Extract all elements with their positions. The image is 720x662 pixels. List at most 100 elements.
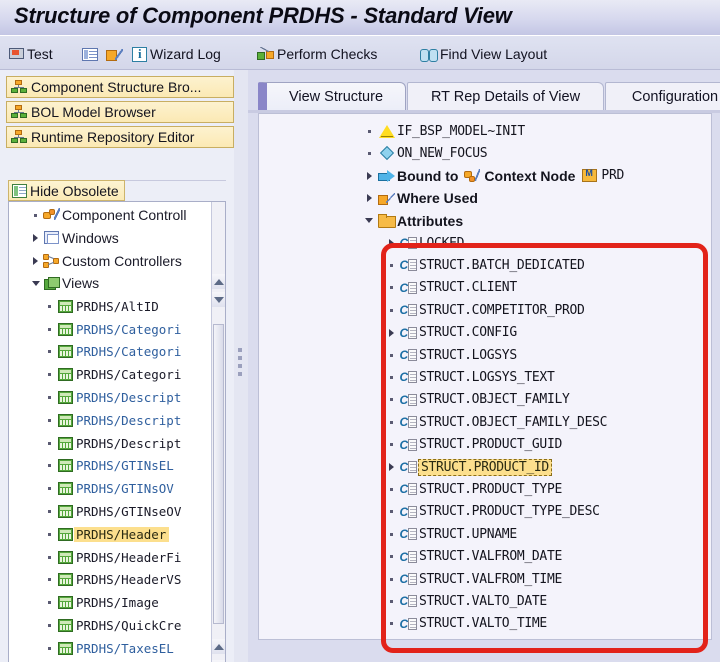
- sidebar-item-runtime-repository-editor[interactable]: Runtime Repository Editor: [6, 126, 234, 148]
- sidebar-tree-item[interactable]: PRDHS/Categori: [9, 318, 209, 340]
- view-structure-tree-item[interactable]: C STRUCT.UPNAME: [384, 523, 517, 545]
- view-structure-tree-item-label: Where Used: [397, 190, 478, 207]
- tree-twisty: [362, 151, 376, 155]
- view-structure-tree-item-extra-label: Context Node: [484, 167, 576, 184]
- sidebar-item-component-structure-browser[interactable]: Component Structure Bro...: [6, 76, 234, 98]
- tree-twisty[interactable]: [362, 218, 376, 224]
- sap-component-structure-window: Structure of Component PRDHS - Standard …: [0, 0, 720, 662]
- component-tree-panel[interactable]: Component Controll Windows Custom Controll…: [8, 201, 226, 662]
- view-icon: [57, 459, 73, 473]
- view-structure-tree-item[interactable]: C STRUCT.OBJECT_FAMILY: [384, 389, 570, 411]
- view-structure-tree-item[interactable]: Where Used: [362, 187, 478, 209]
- view-structure-tree-item[interactable]: C LOCKED: [384, 232, 464, 254]
- windows-icon: [43, 231, 59, 245]
- view-structure-tree-item[interactable]: C STRUCT.CONFIG: [384, 322, 517, 344]
- tree-twisty[interactable]: [29, 256, 42, 265]
- tree-twisty[interactable]: [362, 171, 376, 180]
- tree-item-icon-wrap: C: [398, 415, 419, 429]
- toolbar-test-button[interactable]: Test: [8, 43, 53, 65]
- sidebar-item-bol-model-browser[interactable]: BOL Model Browser: [6, 101, 234, 123]
- sidebar-tree-item[interactable]: PRDHS/AltID: [9, 295, 209, 317]
- toolbar-perform-checks-button[interactable]: Perform Checks: [257, 43, 377, 65]
- tree-twisty[interactable]: [362, 194, 376, 203]
- sidebar-tree-item[interactable]: PRDHS/HeaderVS: [9, 569, 209, 591]
- view-structure-tree-item[interactable]: C STRUCT.VALTO_TIME: [384, 613, 547, 635]
- tree-item-icon-wrap: C: [398, 303, 419, 317]
- sidebar-tree-item[interactable]: PRDHS/GTINsOV: [9, 478, 209, 500]
- tree-item-icon-wrap: [56, 596, 74, 610]
- sidebar-tree-item-label: PRDHS/Descript: [76, 389, 182, 405]
- attribute-icon: C: [400, 370, 418, 384]
- toolbar-find-view-layout-button[interactable]: Find View Layout: [420, 43, 547, 65]
- sidebar-tree-item[interactable]: PRDHS/QuickCre: [9, 614, 209, 636]
- toolbar-wizard-log-button[interactable]: Wizard Log: [132, 43, 221, 65]
- tree-twisty[interactable]: [29, 280, 42, 286]
- view-structure-tree-panel[interactable]: IF_BSP_MODEL~INIT ON_NEW_FOCUS Bound to Con…: [258, 113, 712, 640]
- view-structure-tree-item[interactable]: C STRUCT.VALFROM_TIME: [384, 568, 562, 590]
- view-structure-tree-item-label: STRUCT.BATCH_DEDICATED: [419, 257, 585, 273]
- sidebar-tree-item[interactable]: PRDHS/Descript: [9, 409, 209, 431]
- view-structure-tree-item[interactable]: C STRUCT.BATCH_DEDICATED: [384, 254, 585, 276]
- tree-item-icon-wrap: C: [398, 393, 419, 407]
- tree-item-icon-wrap: [56, 641, 74, 655]
- view-structure-tree-item[interactable]: C STRUCT.OBJECT_FAMILY_DESC: [384, 411, 607, 433]
- sidebar-vertical-scrollbar[interactable]: [211, 202, 225, 662]
- view-structure-tree-item[interactable]: C STRUCT.PRODUCT_GUID: [384, 434, 562, 456]
- sidebar-tree-item[interactable]: PRDHS/Descript: [9, 386, 209, 408]
- toolbar-export-button[interactable]: [106, 43, 123, 65]
- tab-view-structure[interactable]: View Structure: [258, 82, 406, 110]
- sidebar-tree-item[interactable]: PRDHS/GTINsEL: [9, 455, 209, 477]
- view-icon: [57, 390, 73, 404]
- splitter-grip[interactable]: [238, 348, 243, 384]
- scroll-up-button-bottom[interactable]: [212, 639, 225, 654]
- view-structure-tree-item-label: STRUCT.UPNAME: [419, 526, 517, 542]
- sidebar-tree-item[interactable]: PRDHS/TaxesEL: [9, 637, 209, 659]
- sidebar-tree-item[interactable]: PRDHS/Categori: [9, 341, 209, 363]
- sidebar-tree-item[interactable]: PRDHS/HeaderFi: [9, 546, 209, 568]
- view-structure-tree-item[interactable]: C STRUCT.VALFROM_DATE: [384, 546, 562, 568]
- sidebar-tree-item[interactable]: PRDHS/Categori: [9, 364, 209, 386]
- view-structure-tree-item[interactable]: ON_NEW_FOCUS: [362, 142, 488, 164]
- leaf-dot-icon: [389, 555, 393, 559]
- custom-controllers-icon: [42, 253, 60, 268]
- tree-twisty[interactable]: [384, 328, 398, 337]
- sidebar-tree-item[interactable]: Component Controll: [9, 204, 209, 226]
- panel-splitter[interactable]: [234, 70, 248, 662]
- view-structure-tree-item[interactable]: C STRUCT.LOGSYS_TEXT: [384, 366, 555, 388]
- view-structure-tree-item-label: STRUCT.OBJECT_FAMILY_DESC: [419, 414, 608, 430]
- tree-twisty[interactable]: [384, 239, 398, 247]
- sidebar-tree-item[interactable]: PRDHS/Image: [9, 592, 209, 614]
- view-structure-tree-item[interactable]: C STRUCT.PRODUCT_TYPE_DESC: [384, 501, 600, 523]
- sidebar-scroll-thumb[interactable]: [213, 324, 224, 624]
- leaf-dot-icon: [389, 443, 393, 447]
- view-structure-tree-item[interactable]: C STRUCT.LOGSYS: [384, 344, 517, 366]
- tree-item-icon-wrap: [42, 231, 60, 245]
- view-structure-tree-item[interactable]: Bound to Context Node PRD: [362, 165, 624, 187]
- sidebar-tree-item[interactable]: Views: [9, 272, 209, 294]
- hide-obsolete-button[interactable]: Hide Obsolete: [8, 180, 125, 201]
- sidebar-tree-item[interactable]: Windows: [9, 227, 209, 249]
- leaf-dot-icon: [48, 601, 51, 605]
- tree-twisty[interactable]: [384, 463, 398, 471]
- view-structure-tree-item[interactable]: C STRUCT.VALTO_DATE: [384, 590, 547, 612]
- sidebar-tree-item[interactable]: Custom Controllers: [9, 250, 209, 272]
- leaf-dot-icon: [48, 646, 51, 650]
- view-structure-tree-item[interactable]: C STRUCT.PRODUCT_ID: [384, 456, 552, 478]
- tree-item-icon-wrap: [376, 169, 397, 182]
- scroll-down-button-top[interactable]: [212, 292, 225, 307]
- toolbar-list-button[interactable]: [82, 43, 98, 65]
- sidebar-tree-item[interactable]: PRDHS/GTINseOV: [9, 500, 209, 522]
- scroll-up-button[interactable]: [212, 274, 225, 289]
- view-structure-tree-item[interactable]: Attributes: [362, 210, 463, 232]
- tree-twisty: [384, 398, 398, 402]
- view-structure-tree-item[interactable]: C STRUCT.CLIENT: [384, 277, 517, 299]
- view-structure-tree-item[interactable]: IF_BSP_MODEL~INIT: [362, 120, 525, 142]
- tree-twisty[interactable]: [29, 233, 42, 242]
- test-icon: [8, 47, 24, 62]
- view-structure-tree-item[interactable]: C STRUCT.PRODUCT_TYPE: [384, 478, 562, 500]
- view-structure-tree-item[interactable]: C STRUCT.COMPETITOR_PROD: [384, 299, 585, 321]
- tab-rt-rep-details-of-view[interactable]: RT Rep Details of View: [407, 82, 604, 110]
- tab-configuration[interactable]: Configuration: [605, 82, 720, 110]
- sidebar-tree-item[interactable]: PRDHS/Descript: [9, 432, 209, 454]
- sidebar-tree-item[interactable]: PRDHS/Header: [9, 523, 209, 545]
